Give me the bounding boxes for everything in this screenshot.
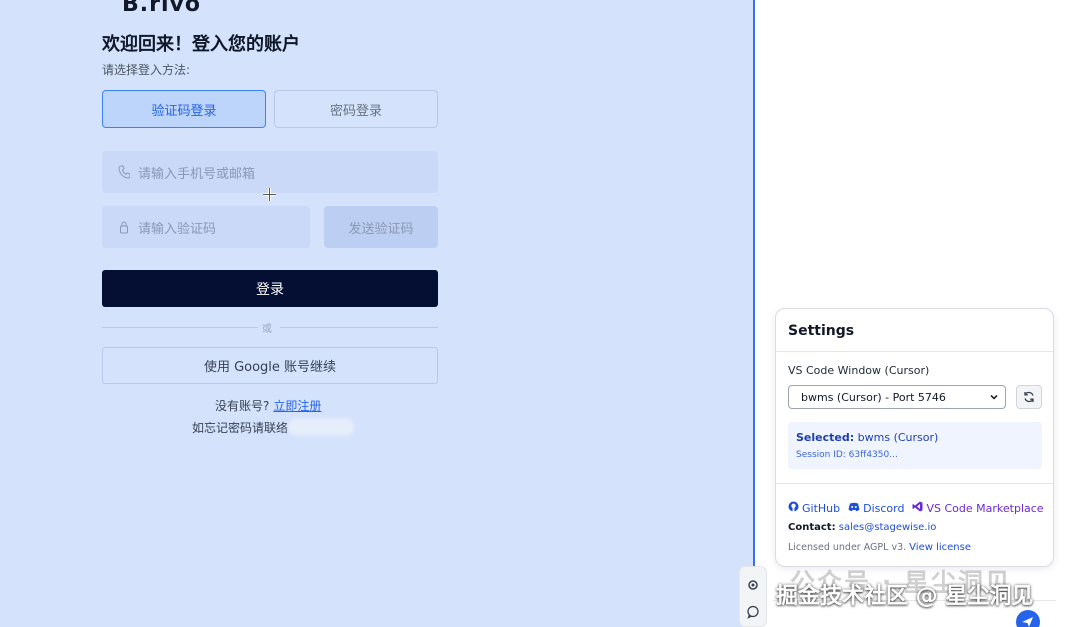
vscode-marketplace-label: VS Code Marketplace <box>926 501 1044 515</box>
refresh-button[interactable] <box>1016 385 1042 409</box>
settings-divider-bottom <box>776 483 1053 484</box>
chat-icon[interactable] <box>746 604 760 619</box>
discord-icon <box>848 502 860 515</box>
phone-email-placeholder: 请输入手机号或邮箱 <box>138 166 256 182</box>
pane-divider <box>753 0 755 627</box>
vscode-window-label: VS Code Window (Cursor) <box>788 364 930 377</box>
settings-links: GitHub Discord VS Code Marketplace <box>788 501 1044 515</box>
or-separator: 或 <box>262 324 272 335</box>
contact-line: Contact: sales@stagewise.io <box>788 522 936 533</box>
divider-right <box>280 327 438 328</box>
selected-window-name: bwms (Cursor) <box>857 431 939 444</box>
github-link-label: GitHub <box>802 501 841 515</box>
settings-divider-top <box>776 351 1053 352</box>
send-icon <box>1016 617 1040 627</box>
login-method-prompt: 请选择登入方法: <box>102 63 191 77</box>
contact-label: Contact: <box>788 522 836 533</box>
signup-link[interactable]: 立即注册 <box>273 399 321 413</box>
lock-icon <box>118 220 130 234</box>
settings-panel: Settings VS Code Window (Cursor) bwms (C… <box>775 308 1054 567</box>
discord-link[interactable]: Discord <box>848 502 904 515</box>
refresh-icon <box>1023 388 1035 407</box>
page-title: 欢迎回来！登入您的账户 <box>102 34 300 55</box>
view-license-link[interactable]: View license <box>909 542 971 553</box>
license-line: Licensed under AGPL v3. View license <box>788 542 971 553</box>
divider-left <box>102 327 258 328</box>
vscode-window-select[interactable]: bwms (Cursor) - Port 5746 <box>788 385 1006 409</box>
login-button[interactable]: 登录 <box>102 270 438 307</box>
license-text: Licensed under AGPL v3. <box>788 542 907 553</box>
selected-label: Selected: <box>796 431 855 444</box>
crosshair-cursor-icon <box>263 186 276 201</box>
verification-code-placeholder: 请输入验证码 <box>138 221 217 237</box>
forgot-password-text: 如忘记密码请联络 <box>192 421 289 435</box>
tab-password-login[interactable]: 密码登录 <box>274 90 438 128</box>
watermark-text: 掘金技术社区 @ 星尘洞见 <box>776 584 1034 609</box>
discord-link-label: Discord <box>863 501 905 515</box>
github-icon <box>788 501 799 515</box>
github-link[interactable]: GitHub <box>788 501 840 515</box>
vscode-icon <box>912 501 923 515</box>
redacted-contact <box>288 418 354 436</box>
verification-code-input[interactable]: 请输入验证码 <box>102 206 310 248</box>
send-code-button[interactable]: 发送验证码 <box>324 206 438 248</box>
vscode-window-select-value: bwms (Cursor) - Port 5746 <box>801 390 946 404</box>
settings-title: Settings <box>788 323 855 339</box>
signup-prompt: 没有账号? 立即注册 <box>215 397 321 414</box>
screen: B.rivo 欢迎回来！登入您的账户 请选择登入方法: 验证码登录 密码登录 请… <box>0 0 1080 627</box>
logo: B.rivo <box>122 0 201 17</box>
tab-sms-login[interactable]: 验证码登录 <box>102 90 266 128</box>
phone-icon <box>118 165 131 179</box>
chevron-down-icon <box>989 392 999 402</box>
vscode-marketplace-link[interactable]: VS Code Marketplace <box>912 501 1044 515</box>
contact-email-link[interactable]: sales@stagewise.io <box>839 522 937 533</box>
settings-gear-icon[interactable] <box>747 576 759 590</box>
session-id: Session ID: 63ff4350... <box>796 450 898 460</box>
google-login-button[interactable]: 使用 Google 账号继续 <box>102 347 438 384</box>
selected-window-line: Selected: bwms (Cursor) <box>796 431 938 444</box>
no-account-text: 没有账号? <box>215 399 270 413</box>
selected-window-info: Selected: bwms (Cursor) Session ID: 63ff… <box>788 422 1042 469</box>
send-button[interactable] <box>1016 610 1040 627</box>
